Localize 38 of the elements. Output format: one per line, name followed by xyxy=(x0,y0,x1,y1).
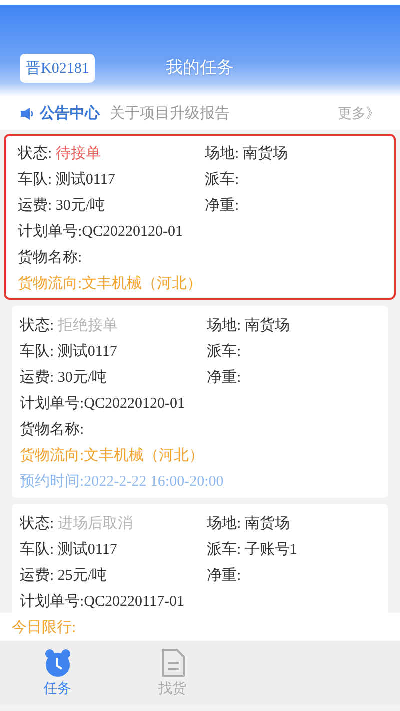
speaker-icon xyxy=(20,106,34,120)
fee-text: 运费: 25元/吨 xyxy=(20,566,108,584)
status-text: 状态: 进场后取消 xyxy=(20,514,134,532)
status-text: 状态: 待接单 xyxy=(18,144,102,162)
dispatch-text: 派车: xyxy=(207,342,242,360)
notice-text[interactable]: 关于项目升级报告 xyxy=(110,104,230,123)
net-weight-text: 净重: xyxy=(207,368,242,386)
plan-number-text: 计划单号:QC20220120-01 xyxy=(20,394,185,412)
dispatch-text: 派车: xyxy=(205,170,240,188)
task-card[interactable]: 状态: 待接单 场地: 南货场 车队: 测试0117 派车: 运费: 30元/吨 净重: 计划单号:QC20220120-01 货物名称: 货物流向:文丰机械（河北） xyxy=(4,134,396,300)
goods-name-text: 货物名称: xyxy=(20,420,84,438)
fee-text: 运费: 30元/吨 xyxy=(20,368,108,386)
dispatch-text: 派车: 子账号1 xyxy=(207,540,298,558)
more-link[interactable]: 更多》 xyxy=(338,104,380,122)
team-text: 车队: 测试0117 xyxy=(20,540,118,558)
site-text: 场地: 南货场 xyxy=(207,316,290,334)
status-text: 状态: 拒绝接单 xyxy=(20,316,119,334)
page-title: 我的任务 xyxy=(165,57,235,79)
alarm-clock-icon xyxy=(42,648,72,678)
cargo-flow-text: 货物流向:文丰机械（河北） xyxy=(18,274,202,292)
notice-label: 公告中心 xyxy=(40,104,100,123)
fee-text: 运费: 30元/吨 xyxy=(18,196,106,214)
tab[interactable]: 任务 xyxy=(0,641,115,705)
team-text: 车队: 测试0117 xyxy=(18,170,116,188)
plan-number-text: 计划单号:QC20220120-01 xyxy=(18,222,183,240)
site-text: 场地: 南货场 xyxy=(205,144,288,162)
net-weight-text: 净重: xyxy=(205,196,240,214)
plan-number-text: 计划单号:QC20220117-01 xyxy=(20,592,184,610)
cargo-flow-text: 货物流向:文丰机械（河北） xyxy=(20,446,204,464)
task-card[interactable]: 状态: 拒绝接单 场地: 南货场 车队: 测试0117 派车: 运费: 30元/吨 净重: 计划单号:QC20220120-01 货物名称: 货物流向:文丰机械（河北） 预约时间:2022-2-22 16:00-20:00 xyxy=(12,306,388,498)
appointment-text: 预约时间:2022-2-22 16:00-20:00 xyxy=(20,472,224,490)
goods-name-text: 货物名称: xyxy=(18,248,82,266)
site-text: 场地: 南货场 xyxy=(207,514,290,532)
task-card[interactable]: 状态: 进场后取消 场地: 南货场 车队: 测试0117 派车: 子账号1 运费: 25元/吨 净重: 计划单号:QC20220117-01 xyxy=(12,504,388,613)
plate-badge[interactable]: 晋K02181 xyxy=(20,54,96,83)
limit-text: 今日限行: xyxy=(12,618,76,636)
net-weight-text: 净重: xyxy=(207,566,242,584)
team-text: 车队: 测试0117 xyxy=(20,342,118,360)
